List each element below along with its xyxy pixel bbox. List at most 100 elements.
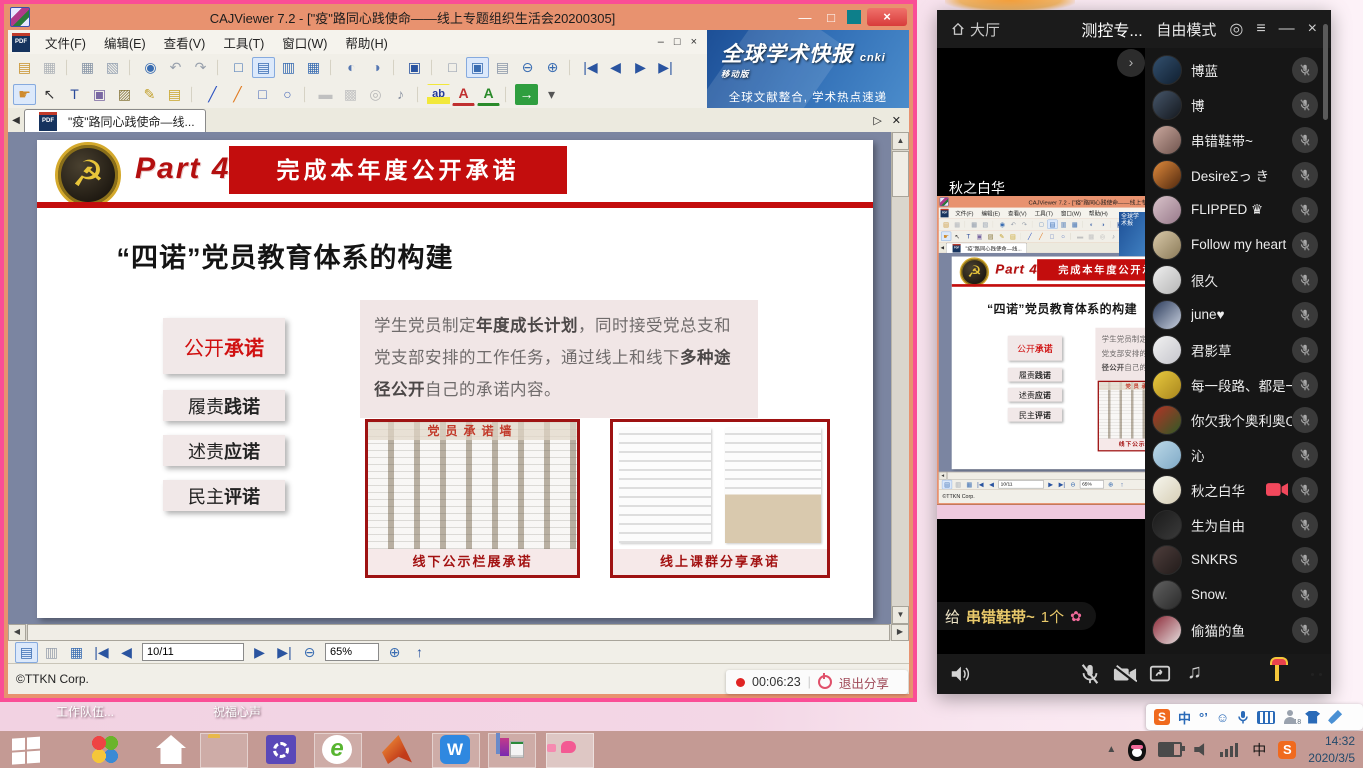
save-icon[interactable]: ▦ [38, 57, 61, 78]
punctuation-icon[interactable]: °’ [1199, 710, 1208, 725]
text-select-icon[interactable]: T [63, 84, 86, 105]
prev-page-icon[interactable]: ◀ [986, 480, 996, 489]
single-page-icon[interactable]: □ [1036, 220, 1046, 229]
mic-muted-icon[interactable] [1292, 302, 1318, 328]
rect-tool-icon[interactable]: □ [251, 84, 274, 105]
zoom-in-icon[interactable]: ⊕ [383, 642, 406, 663]
single-view-icon[interactable]: ▥ [40, 642, 63, 663]
go-caret-icon[interactable]: ▾ [540, 84, 563, 105]
gift-recipient[interactable]: 串错鞋带~ [966, 606, 1035, 627]
menu-item[interactable]: 工具(T) [1031, 209, 1057, 217]
participant-row[interactable]: Snow. [1145, 577, 1331, 612]
page-up-icon[interactable]: ↑ [1117, 480, 1127, 489]
save-icon[interactable]: ▦ [952, 220, 962, 229]
facing-page-icon[interactable]: ▥ [1058, 220, 1068, 229]
select-tool-icon[interactable]: ↖ [38, 84, 61, 105]
next-page-icon[interactable]: ▶ [248, 642, 271, 663]
zoom-level-input[interactable] [325, 643, 379, 661]
search-icon[interactable]: ◉ [139, 57, 162, 78]
media-tool-icon[interactable]: ◎ [1097, 232, 1107, 241]
battery-icon[interactable] [1158, 742, 1182, 757]
mic-muted-icon[interactable] [1292, 337, 1318, 363]
doc-restore-icon[interactable]: □ [674, 36, 681, 48]
matlab-icon[interactable] [382, 735, 412, 764]
continuous-view-icon[interactable]: ▦ [65, 642, 88, 663]
scroll-up-icon[interactable]: ▲ [892, 132, 909, 150]
stamp-icon[interactable]: ▤ [1008, 232, 1018, 241]
tab-scroll-right-icon[interactable]: ▷ [873, 114, 881, 127]
taskbar-app-home-icon[interactable] [156, 735, 186, 764]
maximize-icon[interactable]: □ [821, 10, 841, 25]
print-preview-icon[interactable]: ▧ [101, 57, 124, 78]
tab-scroll-left-icon[interactable]: ◀ [8, 115, 24, 126]
start-button[interactable] [12, 733, 58, 764]
font-color-icon[interactable]: A [477, 83, 500, 106]
mic-muted-icon[interactable] [1292, 617, 1318, 643]
two-up-icon[interactable]: ▦ [302, 57, 325, 78]
stamp-icon[interactable]: ▤ [163, 84, 186, 105]
facing-page-icon[interactable]: ▥ [277, 57, 300, 78]
menu-item[interactable]: 工具(T) [214, 33, 273, 52]
thumbnail-view-icon[interactable]: ▤ [15, 642, 38, 663]
fit-page-icon[interactable]: □ [441, 57, 464, 78]
participant-row[interactable]: 沁 [1145, 437, 1331, 472]
menu-item[interactable]: 文件(F) [36, 33, 95, 52]
last-page-icon[interactable]: ▶| [1057, 480, 1067, 489]
mic-muted-icon[interactable] [1292, 477, 1318, 503]
zoom-out-icon[interactable]: ⊖ [1068, 480, 1078, 489]
mic-muted-icon[interactable] [1292, 582, 1318, 608]
menu-icon[interactable]: ≡ [1256, 20, 1265, 38]
mic-muted-icon[interactable] [1292, 372, 1318, 398]
speaker-icon[interactable] [949, 663, 971, 685]
desktop-icon-label[interactable]: 工作队伍... [40, 703, 130, 720]
participant-row[interactable]: 串错鞋带~ [1145, 122, 1331, 157]
scroll-down-icon[interactable]: ▼ [892, 606, 909, 624]
single-page-icon[interactable]: □ [227, 57, 250, 78]
note-icon[interactable]: ✎ [997, 232, 1007, 241]
scrollbar-thumb[interactable] [27, 624, 890, 641]
underline-icon[interactable]: A [452, 83, 475, 106]
exit-share-button[interactable]: 退出分享 [839, 673, 889, 692]
first-page-icon[interactable]: |◀ [90, 642, 113, 663]
next-page-icon[interactable]: ▶ [629, 57, 652, 78]
menu-item[interactable]: 帮助(H) [1085, 209, 1112, 217]
line-tool-icon[interactable]: ▬ [314, 84, 337, 105]
hand-tool-icon[interactable]: ☛ [941, 232, 951, 241]
tray-expand-icon[interactable]: ▲ [1106, 744, 1116, 755]
horizontal-scrollbar[interactable]: ◀ ▶ [8, 624, 909, 641]
participant-row[interactable]: june♥ [1145, 297, 1331, 332]
clock[interactable]: 14:32 2020/3/5 [1308, 733, 1355, 767]
browser-icon[interactable]: e [322, 735, 352, 764]
list-scrollbar[interactable] [1323, 24, 1328, 120]
power-icon[interactable] [818, 675, 832, 689]
text-select-icon[interactable]: T [963, 232, 973, 241]
zoom-in-icon[interactable]: ⊕ [541, 57, 564, 78]
vertical-scrollbar[interactable]: ▲ ▼ [891, 132, 909, 624]
minimize-icon[interactable]: — [795, 10, 815, 25]
participant-row[interactable]: 你欠我个奥利奥O_o [1145, 402, 1331, 437]
next-page-icon[interactable]: ▶ [1046, 480, 1056, 489]
ocr-icon[interactable]: ▨ [113, 84, 136, 105]
participant-row[interactable]: FLIPPED ♛ [1145, 192, 1331, 227]
redo-icon[interactable]: ↷ [189, 57, 212, 78]
cnki-banner[interactable]: 全球学术快报 cnki 移动版 全球文献整合, 学术热点速递 [707, 30, 909, 108]
pencil-icon[interactable]: ╱ [1036, 232, 1046, 241]
menu-item[interactable]: 编辑(E) [95, 33, 155, 52]
continuous-view-icon[interactable]: ▦ [964, 480, 974, 489]
desktop-icon-label[interactable]: 祝福心声 [192, 703, 282, 720]
mic-muted-icon[interactable] [1292, 512, 1318, 538]
scroll-right-icon[interactable]: ▶ [891, 624, 909, 641]
select-tool-icon[interactable]: ↖ [952, 232, 962, 241]
menu-item[interactable]: 帮助(H) [336, 33, 396, 52]
mode-settings-icon[interactable]: ◎ [1229, 19, 1243, 39]
participant-row[interactable]: 很久 [1145, 262, 1331, 297]
mic-muted-icon[interactable] [1292, 162, 1318, 188]
search-icon[interactable]: ◉ [997, 220, 1007, 229]
scrollbar-thumb[interactable] [892, 151, 909, 197]
ellipse-tool-icon[interactable]: ○ [1058, 232, 1068, 241]
close-icon[interactable]: × [867, 8, 907, 26]
image-tool-icon[interactable]: ▩ [1086, 232, 1096, 241]
mic-muted-icon[interactable] [1292, 407, 1318, 433]
menu-item[interactable]: 窗口(W) [1057, 209, 1085, 217]
hand-tool-icon[interactable]: ☛ [13, 84, 36, 105]
